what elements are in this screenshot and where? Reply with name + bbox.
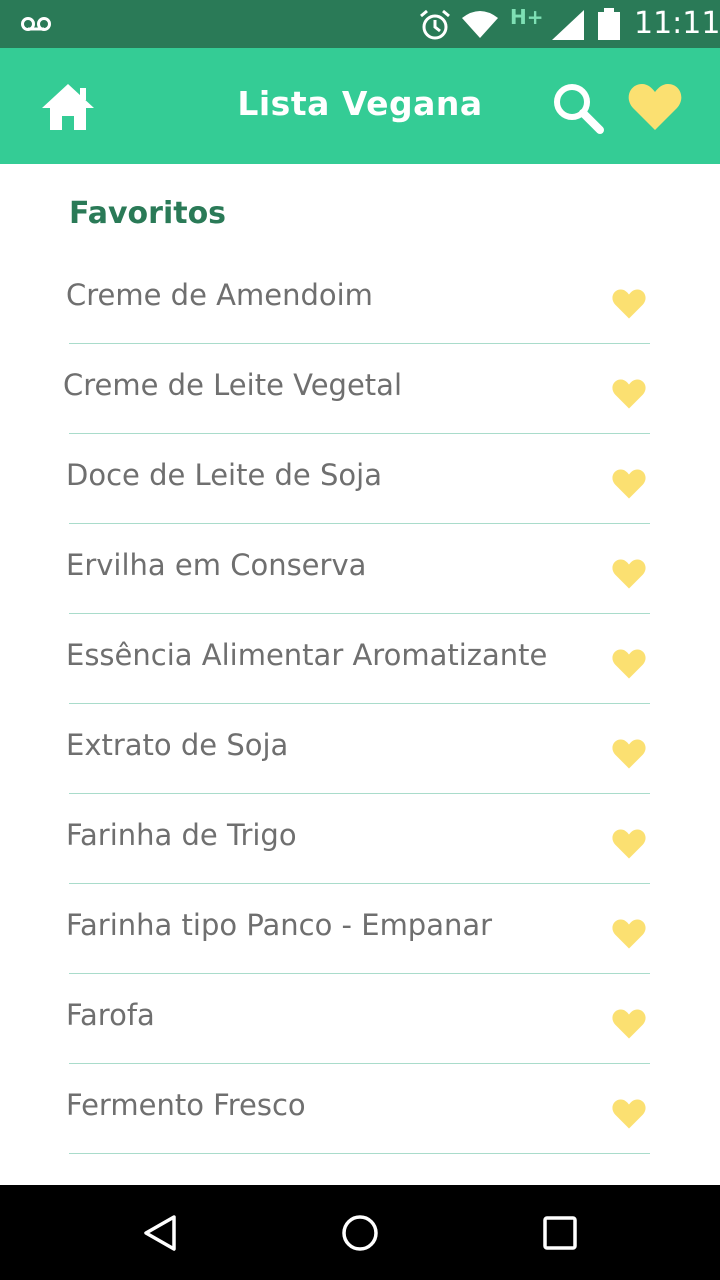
list-item-label: Extrato de Soja [66,728,289,762]
voicemail-icon [21,17,51,31]
list-item-label: Farinha de Trigo [66,818,297,852]
heart-icon[interactable] [612,918,646,950]
status-bar: H+ 11:11 [0,0,720,48]
heart-icon[interactable] [612,828,646,860]
heart-icon[interactable] [612,738,646,770]
network-type: H+ [510,5,544,29]
heart-icon[interactable] [612,648,646,680]
list-item-label: Creme de Leite Vegetal [63,368,403,402]
navigation-bar [0,1185,720,1280]
status-time: 11:11 [634,6,720,41]
back-icon[interactable] [140,1213,180,1253]
list-item-label: Doce de Leite de Soja [66,458,382,492]
battery-icon [598,8,620,40]
list-item[interactable]: Extrato de Soja [0,704,720,794]
alarm-icon [420,9,450,40]
page-title: Lista Vegana [237,84,483,123]
signal-icon [552,10,584,40]
heart-icon[interactable] [612,378,646,410]
recents-icon[interactable] [540,1213,580,1253]
list-item[interactable]: Fermento Fresco [0,1064,720,1154]
heart-icon[interactable] [612,288,646,320]
list-item[interactable]: Essência Alimentar Aromatizante [0,614,720,704]
app-bar: Lista Vegana [0,48,720,164]
favorites-list: Creme de Amendoim Creme de Leite Vegetal… [0,254,720,1154]
divider [69,1153,650,1154]
list-item-label: Farofa [66,998,155,1032]
heart-icon[interactable] [628,82,682,132]
heart-icon[interactable] [612,468,646,500]
heart-icon[interactable] [612,1098,646,1130]
list-item[interactable]: Farinha de Trigo [0,794,720,884]
list-item-label: Fermento Fresco [66,1088,306,1122]
heart-icon[interactable] [612,1008,646,1040]
list-item[interactable]: Ervilha em Conserva [0,524,720,614]
list-item[interactable]: Doce de Leite de Soja [0,434,720,524]
list-item-label: Essência Alimentar Aromatizante [66,638,548,672]
list-item-label: Ervilha em Conserva [66,548,367,582]
search-icon[interactable] [552,82,604,134]
section-title: Favoritos [69,196,227,231]
list-item-label: Creme de Amendoim [66,278,373,312]
wifi-icon [462,11,498,38]
favorites-content: Favoritos Creme de Amendoim Creme de Lei… [0,164,720,1185]
list-item[interactable]: Creme de Amendoim [0,254,720,344]
list-item[interactable]: Farinha tipo Panco - Empanar [0,884,720,974]
heart-icon[interactable] [612,558,646,590]
home-circle-icon[interactable] [340,1213,380,1253]
list-item-label: Farinha tipo Panco - Empanar [66,908,493,942]
list-item[interactable]: Creme de Leite Vegetal [0,344,720,434]
list-item[interactable]: Farofa [0,974,720,1064]
